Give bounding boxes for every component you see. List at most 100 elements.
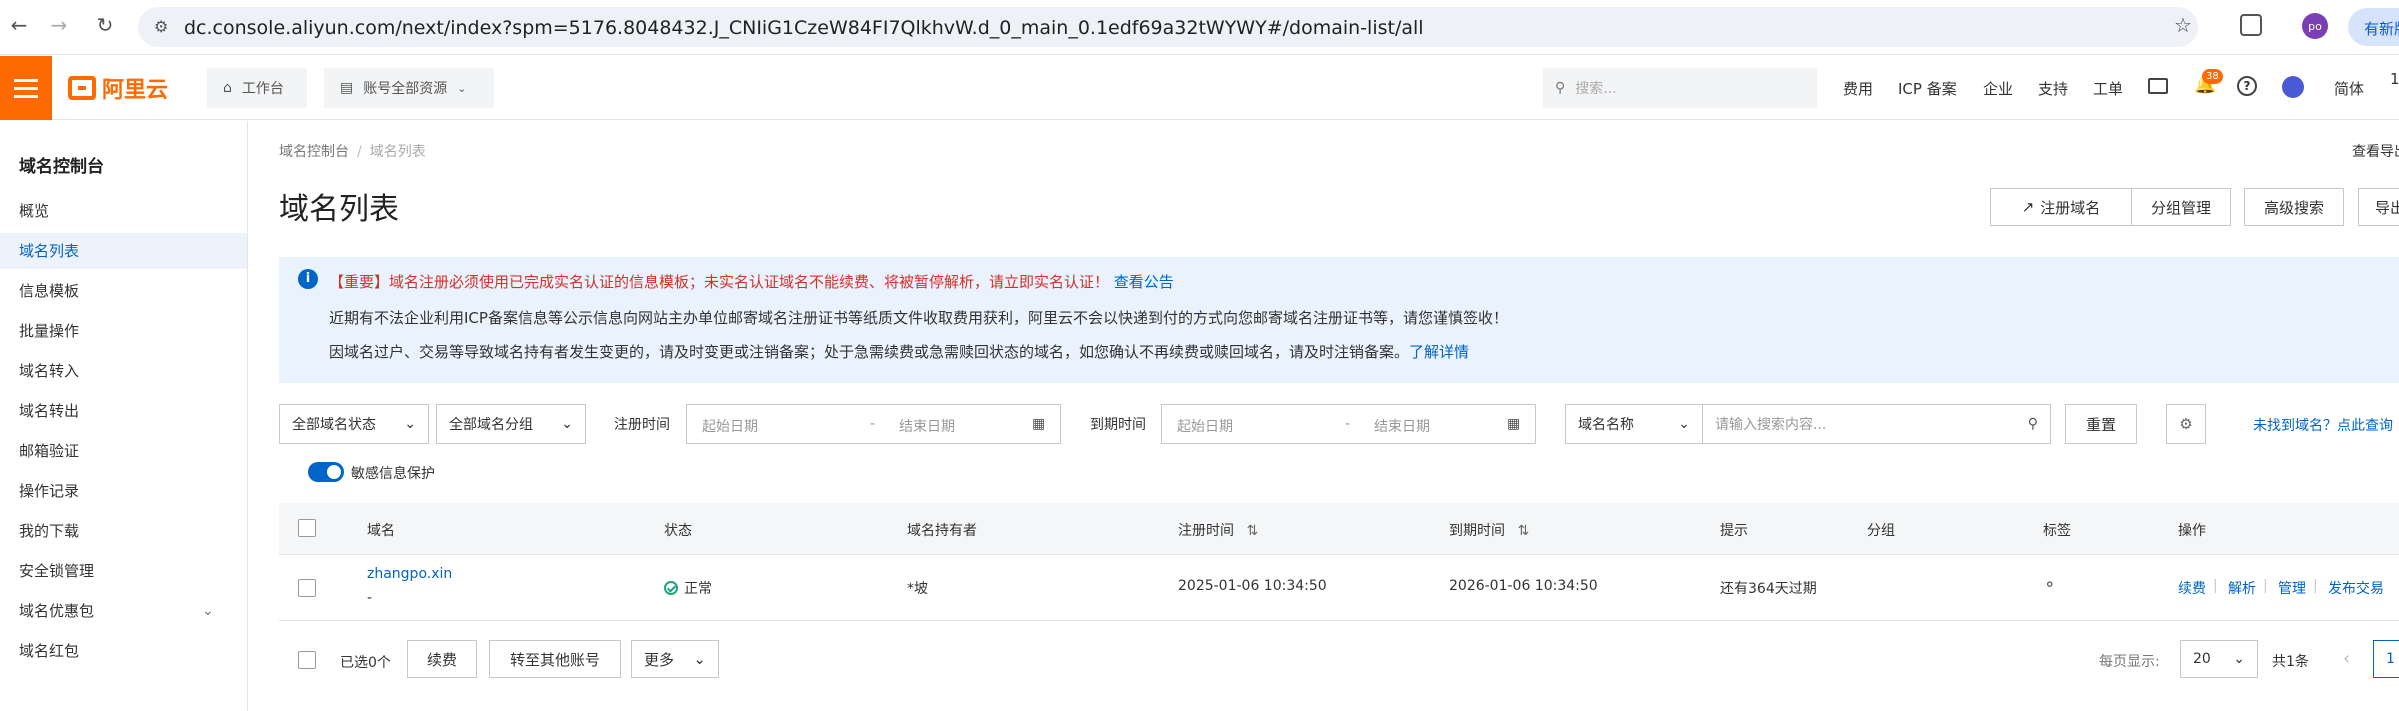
header-link-enterprise[interactable]: 企业 bbox=[1983, 78, 2013, 99]
domain-name-link[interactable]: zhangpo.xin bbox=[367, 566, 452, 582]
aliyun-logo[interactable]: 阿里云 bbox=[68, 74, 169, 103]
domain-search-input[interactable]: 请输入搜索内容... ⚲ bbox=[1702, 404, 2051, 444]
terminal-icon[interactable] bbox=[2148, 78, 2168, 94]
sidebar-item-batch[interactable]: 批量操作 bbox=[0, 313, 247, 349]
header-link-ticket[interactable]: 工单 bbox=[2093, 78, 2123, 99]
sidebar-item-discount-pack[interactable]: 域名优惠包 ⌄ bbox=[0, 593, 247, 629]
ai-assistant-icon[interactable] bbox=[2282, 76, 2304, 98]
dns-resolve-link[interactable]: 解析 bbox=[2228, 578, 2256, 598]
sidebar-item-transfer-out[interactable]: 域名转出 bbox=[0, 393, 247, 429]
site-settings-icon[interactable]: ⚙ bbox=[154, 17, 168, 36]
global-search-input[interactable]: ⚲ 搜索... bbox=[1543, 68, 1817, 108]
search-icon[interactable]: ⚲ bbox=[2028, 416, 2038, 432]
column-header-reg-time[interactable]: 注册时间 ⇅ bbox=[1178, 520, 1258, 540]
reg-time-range-picker[interactable]: 起始日期 - 结束日期 ▦ bbox=[686, 404, 1061, 444]
view-export-link[interactable]: 查看导出 bbox=[2352, 141, 2399, 161]
domain-group-value: 全部域名分组 bbox=[449, 417, 533, 433]
workbench-button[interactable]: ⌂ 工作台 bbox=[207, 68, 307, 108]
select-all-checkbox[interactable] bbox=[298, 519, 316, 537]
help-icon[interactable]: ? bbox=[2237, 76, 2257, 96]
reg-time-header-label: 注册时间 bbox=[1178, 523, 1234, 539]
breadcrumb: 域名控制台 / 域名列表 bbox=[279, 141, 426, 161]
update-button[interactable]: 有新版 bbox=[2348, 8, 2399, 46]
group-manage-button[interactable]: 分组管理 bbox=[2131, 188, 2231, 226]
menu-icon[interactable] bbox=[0, 56, 52, 120]
sidebar-item-transfer-in[interactable]: 域名转入 bbox=[0, 353, 247, 389]
row-checkbox[interactable] bbox=[298, 579, 316, 597]
header-link-billing[interactable]: 费用 bbox=[1843, 78, 1873, 99]
exp-time-cell: 2026-01-06 10:34:50 bbox=[1449, 578, 1598, 594]
sidebar-item-domain-list[interactable]: 域名列表 bbox=[0, 233, 247, 269]
view-announcement-link[interactable]: 查看公告 bbox=[1114, 273, 1174, 291]
reg-time-cell: 2025-01-06 10:34:50 bbox=[1178, 578, 1327, 594]
exp-time-range-picker[interactable]: 起始日期 - 结束日期 ▦ bbox=[1161, 404, 1536, 444]
forward-icon[interactable]: → bbox=[44, 10, 74, 40]
column-header-actions: 操作 bbox=[2178, 523, 2206, 539]
search-field-value: 域名名称 bbox=[1578, 417, 1634, 433]
prev-page-icon[interactable]: ‹ bbox=[2343, 648, 2350, 669]
resource-selector[interactable]: ▤ 账号全部资源 ⌄ bbox=[324, 68, 494, 108]
total-count: 共1条 bbox=[2272, 654, 2309, 670]
reg-end-date[interactable]: 结束日期 bbox=[899, 416, 955, 436]
sidebar-item-overview[interactable]: 概览 bbox=[0, 193, 247, 229]
sidebar-item-email-verify[interactable]: 邮箱验证 bbox=[0, 433, 247, 469]
language-switch[interactable]: 简体 bbox=[2334, 78, 2364, 99]
header-link-support[interactable]: 支持 bbox=[2038, 78, 2068, 99]
sort-icon[interactable]: ⇅ bbox=[1517, 523, 1529, 539]
sidebar-item-red-packet[interactable]: 域名红包 bbox=[0, 633, 247, 669]
address-bar[interactable]: ⚙ dc.console.aliyun.com/next/index?spm=5… bbox=[138, 7, 2198, 47]
reset-button[interactable]: 重置 bbox=[2065, 404, 2137, 444]
table-header: 域名 状态 域名持有者 注册时间 ⇅ 到期时间 ⇅ 提示 分组 标签 操作 bbox=[279, 503, 2399, 555]
exp-start-date[interactable]: 起始日期 bbox=[1177, 416, 1233, 436]
renew-link[interactable]: 续费 bbox=[2178, 578, 2206, 598]
profile-avatar[interactable]: po bbox=[2302, 13, 2328, 39]
resource-icon: ▤ bbox=[340, 80, 354, 96]
column-header-domain: 域名 bbox=[367, 523, 395, 539]
range-separator: - bbox=[1345, 416, 1351, 432]
tag-icon[interactable]: ⚬ bbox=[2043, 575, 2056, 594]
breadcrumb-link-console[interactable]: 域名控制台 bbox=[279, 144, 349, 160]
learn-more-link[interactable]: 了解详情 bbox=[1409, 343, 1469, 361]
sidebar-item-info-template[interactable]: 信息模板 bbox=[0, 273, 247, 309]
publish-trade-link[interactable]: 发布交易 bbox=[2328, 578, 2384, 598]
back-icon[interactable]: ← bbox=[4, 10, 34, 40]
search-field-select[interactable]: 域名名称 ⌄ bbox=[1565, 404, 1703, 444]
not-found-link[interactable]: 未找到域名？点此查询 bbox=[2253, 415, 2393, 435]
reload-icon[interactable]: ↻ bbox=[90, 10, 120, 40]
advanced-search-button[interactable]: 高级搜索 bbox=[2244, 188, 2344, 226]
domain-status-select[interactable]: 全部域名状态 ⌄ bbox=[279, 404, 429, 444]
column-header-exp-time[interactable]: 到期时间 ⇅ bbox=[1449, 520, 1529, 540]
bookmark-star-icon[interactable]: ☆ bbox=[2174, 13, 2192, 37]
table-row: zhangpo.xin - 正常 *坡 2025-01-06 10:34:50 … bbox=[279, 555, 2399, 621]
calendar-icon: ▦ bbox=[1507, 416, 1521, 432]
register-domain-button[interactable]: ↗ 注册域名 bbox=[1990, 188, 2132, 226]
register-domain-label: 注册域名 bbox=[2040, 198, 2101, 217]
breadcrumb-current: 域名列表 bbox=[369, 144, 426, 160]
extensions-icon[interactable] bbox=[2240, 14, 2262, 36]
sidebar-item-operation-log[interactable]: 操作记录 bbox=[0, 473, 247, 509]
sidebar-item-security-lock[interactable]: 安全锁管理 bbox=[0, 553, 247, 589]
page-number-current[interactable]: 1 bbox=[2373, 640, 2399, 678]
domain-group-select[interactable]: 全部域名分组 ⌄ bbox=[436, 404, 586, 444]
page-size-value: 20 bbox=[2193, 651, 2211, 667]
sort-icon[interactable]: ⇅ bbox=[1246, 523, 1258, 539]
divider: | bbox=[2313, 578, 2318, 594]
logo-text: 阿里云 bbox=[102, 78, 169, 103]
settings-gear-icon[interactable]: ⚙ bbox=[2166, 404, 2206, 444]
page-title: 域名列表 bbox=[279, 192, 399, 227]
export-button[interactable]: 导出 bbox=[2358, 188, 2399, 226]
exp-end-date[interactable]: 结束日期 bbox=[1374, 416, 1430, 436]
footer-select-all-checkbox[interactable] bbox=[298, 651, 316, 669]
sensitive-info-toggle[interactable] bbox=[308, 462, 344, 482]
sidebar-item-downloads[interactable]: 我的下载 bbox=[0, 513, 247, 549]
divider: | bbox=[2263, 578, 2268, 594]
page-size-select[interactable]: 20 ⌄ bbox=[2180, 640, 2258, 678]
transfer-account-button[interactable]: 转至其他账号 bbox=[489, 640, 621, 678]
header-link-icp[interactable]: ICP 备案 bbox=[1898, 78, 1957, 99]
batch-renew-button[interactable]: 续费 bbox=[407, 640, 477, 678]
sidebar-title: 域名控制台 bbox=[19, 157, 104, 177]
reg-start-date[interactable]: 起始日期 bbox=[702, 416, 758, 436]
more-actions-button[interactable]: 更多 ⌄ bbox=[631, 640, 719, 678]
domain-search-placeholder: 请输入搜索内容... bbox=[1715, 417, 1827, 433]
manage-link[interactable]: 管理 bbox=[2278, 578, 2306, 598]
